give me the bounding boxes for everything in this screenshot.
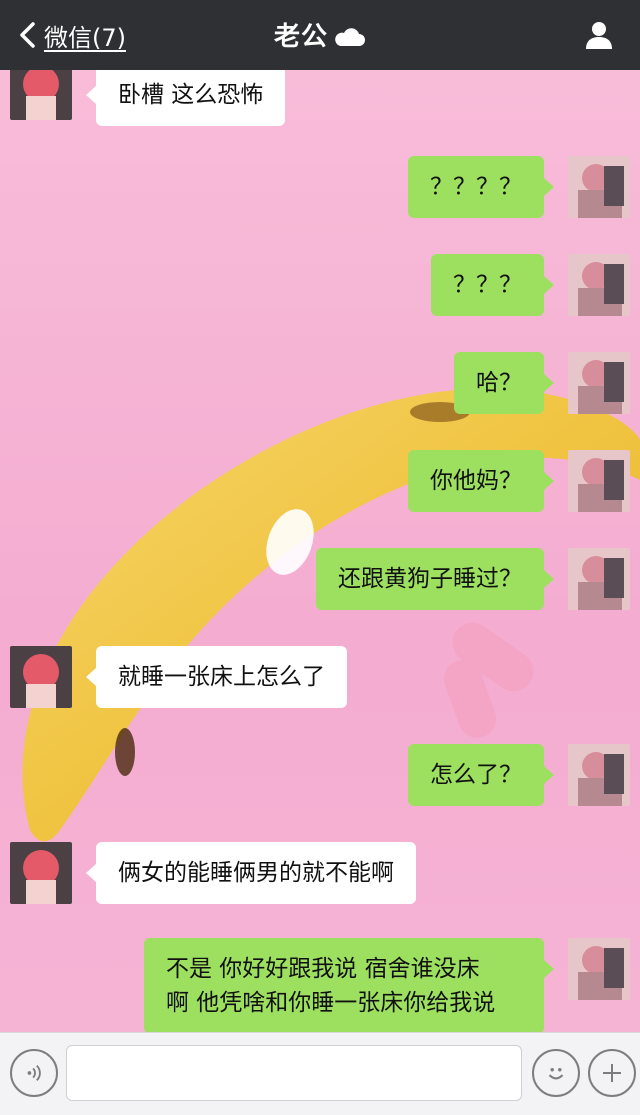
avatar-image — [568, 450, 630, 512]
chat-title: 老公 — [0, 16, 640, 53]
message-bubble[interactable]: ？？？ — [431, 254, 554, 316]
emoji-button[interactable] — [532, 1049, 580, 1097]
chat-title-text: 老公 — [273, 22, 328, 52]
cloud-icon — [335, 27, 365, 46]
user-avatar[interactable] — [568, 548, 630, 610]
message-bubble[interactable]: ？？？？ — [408, 156, 554, 218]
contact-avatar[interactable] — [10, 842, 72, 904]
contact-avatar[interactable] — [10, 70, 72, 120]
message-bubble[interactable]: 哈？ — [454, 352, 554, 414]
user-avatar[interactable] — [568, 254, 630, 316]
user-avatar[interactable] — [568, 938, 630, 1000]
chat-background: 卧槽 这么恐怖 ？？？？ ？？？ 哈？ 你他妈？ 还跟黄狗子睡过？ 就睡一张床上… — [0, 70, 640, 1032]
chat-info-button[interactable] — [584, 20, 614, 50]
voice-button[interactable] — [10, 1049, 58, 1097]
avatar-image — [568, 254, 630, 316]
message-bubble[interactable]: 俩女的能睡俩男的就不能啊 — [86, 842, 416, 904]
voice-icon — [27, 1065, 41, 1081]
message-input[interactable] — [66, 1045, 522, 1101]
message-bubble[interactable]: 你他妈？ — [408, 450, 554, 512]
avatar-image — [568, 938, 630, 1000]
plus-icon — [603, 1064, 621, 1082]
avatar-image — [10, 70, 72, 120]
message-line: 不是 你好好跟我说 宿舍谁没床 — [166, 956, 480, 982]
user-avatar[interactable] — [568, 744, 630, 806]
user-avatar[interactable] — [568, 450, 630, 512]
avatar-image — [568, 156, 630, 218]
emoji-icon — [548, 1068, 564, 1080]
avatar-image — [10, 646, 72, 708]
user-avatar[interactable] — [568, 156, 630, 218]
message-line: 啊 他凭啥和你睡一张床你给我说 — [166, 990, 496, 1016]
message-bubble[interactable]: 还跟黄狗子睡过？ — [316, 548, 554, 610]
message-bubble[interactable]: 就睡一张床上怎么了 — [86, 646, 347, 708]
chat-header: 微信(7) 老公 — [0, 0, 640, 70]
message-bubble[interactable]: 不是 你好好跟我说 宿舍谁没床 啊 他凭啥和你睡一张床你给我说 — [144, 938, 554, 1032]
message-bubble[interactable]: 卧槽 这么恐怖 — [85, 70, 286, 126]
user-avatar[interactable] — [568, 352, 630, 414]
person-icon — [586, 22, 612, 49]
input-bar — [0, 1032, 640, 1115]
more-button[interactable] — [588, 1049, 636, 1097]
contact-avatar[interactable] — [10, 646, 72, 708]
avatar-image — [10, 842, 72, 904]
avatar-image — [568, 548, 630, 610]
avatar-image — [568, 352, 630, 414]
message-bubble[interactable]: 怎么了？ — [408, 744, 554, 806]
avatar-image — [568, 744, 630, 806]
